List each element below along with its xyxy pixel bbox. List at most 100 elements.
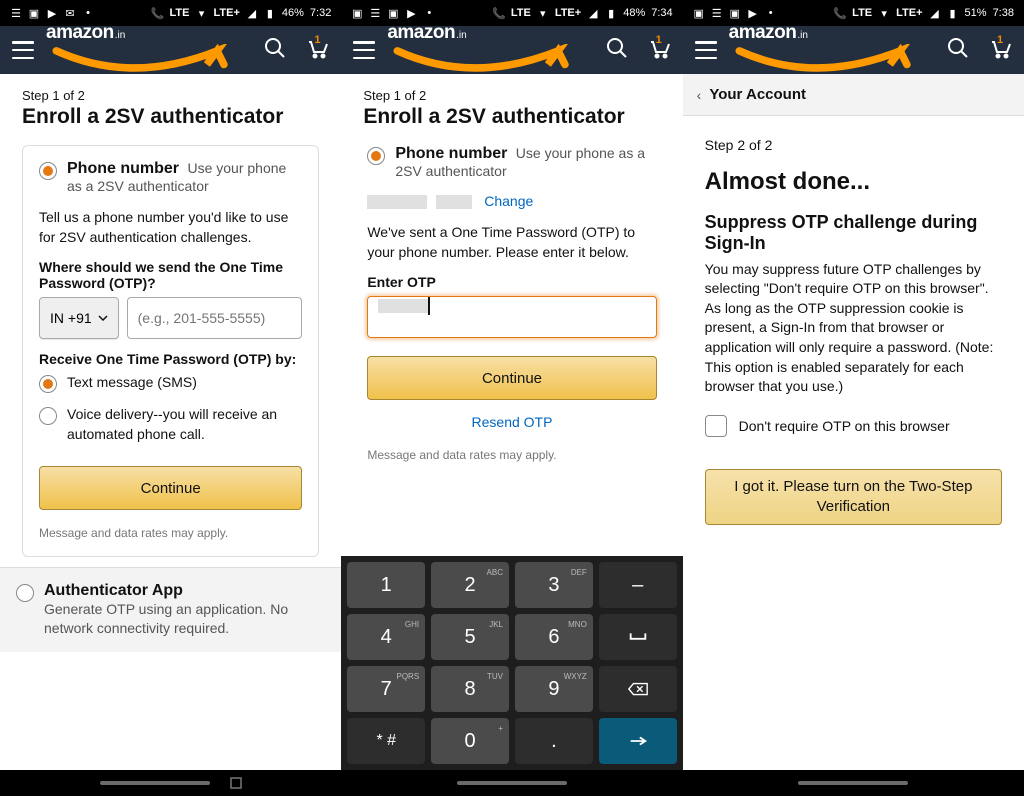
receive-label: Receive One Time Password (OTP) by:	[39, 351, 302, 367]
amazon-logo[interactable]: amazon.in	[46, 22, 251, 78]
key-1[interactable]: 1	[347, 562, 425, 608]
amazon-logo[interactable]: amazon.in	[387, 22, 592, 78]
cart-badge: 1	[656, 34, 662, 46]
got-it-button[interactable]: I got it. Please turn on the Two-Step Ve…	[705, 469, 1002, 525]
numeric-keyboard: 1 2ABC 3DEF – 4GHI 5JKL 6MNO 7PQRS 8TUV …	[341, 556, 682, 770]
continue-button[interactable]: Continue	[367, 356, 656, 400]
content-area: Step 1 of 2 Enroll a 2SV authenticator P…	[0, 74, 341, 796]
notif-icon: ▶	[46, 7, 58, 19]
key-symbols[interactable]: * #	[347, 718, 425, 764]
lte-icon: LTE+	[555, 7, 581, 19]
app-header: amazon.in 1	[683, 26, 1024, 74]
content-area: Step 1 of 2 Enroll a 2SV authenticator P…	[341, 74, 682, 796]
country-code-select[interactable]: IN +91	[39, 297, 119, 339]
clock: 7:32	[310, 7, 331, 19]
key-enter[interactable]	[599, 718, 677, 764]
battery-pct: 48%	[623, 7, 645, 19]
wifi-call-icon: 📞	[493, 7, 505, 19]
option-title: Phone number	[67, 160, 179, 177]
menu-icon[interactable]	[12, 41, 34, 59]
app-subtitle: Generate OTP using an application. No ne…	[44, 600, 325, 638]
notif-icon: •	[423, 7, 435, 19]
battery-pct: 51%	[965, 7, 987, 19]
battery-icon: ▮	[264, 7, 276, 19]
notif-icon: ▣	[28, 7, 40, 19]
change-link[interactable]: Change	[484, 193, 533, 209]
wifi-call-icon: 📞	[834, 7, 846, 19]
page-title: Enroll a 2SV authenticator	[363, 105, 660, 129]
rates-note: Message and data rates may apply.	[367, 448, 656, 462]
notif-icon: •	[765, 7, 777, 19]
suppress-otp-checkbox[interactable]	[705, 415, 727, 437]
app-title: Authenticator App	[44, 582, 325, 600]
notif-icon: ▶	[747, 7, 759, 19]
menu-icon[interactable]	[695, 41, 717, 59]
page-title: Enroll a 2SV authenticator	[22, 105, 319, 129]
send-label: Where should we send the One Time Passwo…	[39, 259, 302, 291]
lte-icon: LTE	[170, 7, 190, 19]
continue-button[interactable]: Continue	[39, 466, 302, 510]
redacted-phone	[436, 195, 472, 209]
phone-screen-1: ☰ ▣ ▶ ✉ • 📞 LTE ▾ LTE+ ◢ ▮ 46% 7:32 amaz…	[0, 0, 341, 796]
cart-icon[interactable]: 1	[988, 36, 1012, 65]
key-5[interactable]: 5JKL	[431, 614, 509, 660]
battery-icon: ▮	[947, 7, 959, 19]
lte-icon: LTE+	[213, 7, 239, 19]
key-4[interactable]: 4GHI	[347, 614, 425, 660]
battery-icon: ▮	[605, 7, 617, 19]
amazon-logo[interactable]: amazon.in	[729, 22, 934, 78]
key-space[interactable]	[599, 614, 677, 660]
key-2[interactable]: 2ABC	[431, 562, 509, 608]
redacted-otp	[378, 299, 428, 313]
key-dot[interactable]: .	[515, 718, 593, 764]
intro-text: Tell us a phone number you'd like to use…	[39, 208, 302, 247]
resend-otp-link[interactable]: Resend OTP	[367, 414, 656, 430]
key-7[interactable]: 7PQRS	[347, 666, 425, 712]
enter-otp-label: Enter OTP	[367, 274, 656, 290]
radio-phone-number[interactable]	[39, 162, 57, 180]
key-9[interactable]: 9WXYZ	[515, 666, 593, 712]
key-0[interactable]: 0+	[431, 718, 509, 764]
signal-icon: ◢	[587, 7, 599, 19]
content-area: ‹ Your Account Step 2 of 2 Almost done..…	[683, 74, 1024, 796]
radio-voice[interactable]	[39, 407, 57, 425]
notif-icon: ☰	[711, 7, 723, 19]
key-6[interactable]: 6MNO	[515, 614, 593, 660]
text-cursor	[428, 297, 430, 315]
key-3[interactable]: 3DEF	[515, 562, 593, 608]
notif-icon: ▣	[387, 7, 399, 19]
breadcrumb[interactable]: ‹ Your Account	[683, 74, 1024, 116]
nav-home-pill[interactable]	[100, 781, 210, 785]
search-icon[interactable]	[263, 36, 287, 65]
notif-icon: ▶	[405, 7, 417, 19]
cart-icon[interactable]: 1	[305, 36, 329, 65]
key-dash[interactable]: –	[599, 562, 677, 608]
nav-home-pill[interactable]	[798, 781, 908, 785]
phone-input[interactable]	[127, 297, 303, 339]
nav-recent-icon[interactable]	[230, 777, 242, 789]
notif-icon: ▣	[351, 7, 363, 19]
app-header: amazon.in 1	[341, 26, 682, 74]
breadcrumb-label: Your Account	[709, 86, 806, 103]
radio-sms[interactable]	[39, 375, 57, 393]
notif-icon: ▣	[693, 7, 705, 19]
search-icon[interactable]	[605, 36, 629, 65]
menu-icon[interactable]	[353, 41, 375, 59]
nav-home-pill[interactable]	[457, 781, 567, 785]
key-8[interactable]: 8TUV	[431, 666, 509, 712]
key-backspace[interactable]	[599, 666, 677, 712]
signal-icon: ◢	[929, 7, 941, 19]
search-icon[interactable]	[946, 36, 970, 65]
radio-phone-number[interactable]	[367, 147, 385, 165]
phone-screen-3: ▣ ☰ ▣ ▶ • 📞 LTE ▾ LTE+ ◢ ▮ 51% 7:38 amaz…	[683, 0, 1024, 796]
wifi-icon: ▾	[878, 7, 890, 19]
chevron-left-icon: ‹	[697, 87, 702, 103]
radio-authenticator-app[interactable]	[16, 584, 34, 602]
otp-input[interactable]	[367, 296, 656, 338]
page-title: Almost done...	[705, 168, 1002, 196]
checkbox-label: Don't require OTP on this browser	[739, 418, 950, 434]
notif-icon: •	[82, 7, 94, 19]
cart-icon[interactable]: 1	[647, 36, 671, 65]
notif-icon: ☰	[10, 7, 22, 19]
authenticator-app-card[interactable]: Authenticator App Generate OTP using an …	[0, 567, 341, 652]
